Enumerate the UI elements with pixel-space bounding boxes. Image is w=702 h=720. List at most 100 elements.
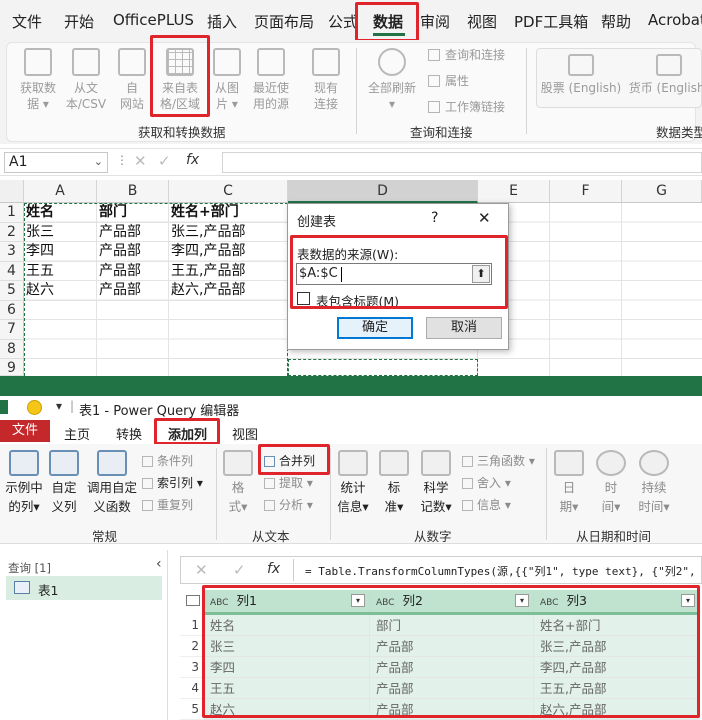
get-data-button[interactable]: 获取数据 ▾ <box>14 48 62 112</box>
column-header-1[interactable]: ABC 列1 ▾ <box>204 590 370 612</box>
check-icon[interactable]: ✓ <box>233 561 246 579</box>
name-box[interactable]: A1 ⌄ <box>4 152 108 173</box>
index-column-button[interactable]: 索引列 ▾ <box>142 474 203 491</box>
duration-button[interactable]: 持续 时间▾ <box>634 450 674 516</box>
statistics-button[interactable]: 统计 信息▾ <box>334 450 372 516</box>
collapse-pane-icon[interactable]: ‹ <box>156 556 162 572</box>
check-icon[interactable]: ✓ <box>158 152 171 170</box>
pq-tab-home[interactable]: 主页 <box>64 424 90 443</box>
table-cell[interactable]: 产品部 <box>370 699 534 720</box>
table-cell[interactable]: 李四,产品部 <box>534 657 700 678</box>
query-item[interactable]: 表1 <box>6 576 162 600</box>
ok-button[interactable]: 确定 <box>337 317 413 339</box>
pq-tab-add-column[interactable]: 添加列 <box>168 424 207 443</box>
collapse-dialog-button[interactable]: ⬆ <box>472 265 490 283</box>
range-input[interactable]: $A:$C ⬆ <box>296 263 492 285</box>
trigonometry-button[interactable]: 三角函数 ▾ <box>462 452 535 469</box>
properties-button[interactable]: 属性 <box>428 72 469 89</box>
standard-button[interactable]: 标准▾ <box>376 450 412 516</box>
existing-connections-button[interactable]: 现有 连接 <box>306 48 346 112</box>
filter-dropdown-icon[interactable]: ▾ <box>351 594 365 607</box>
help-icon[interactable]: ? <box>431 210 438 226</box>
from-text-csv-button[interactable]: 从文 本/CSV <box>62 48 110 112</box>
row-number[interactable]: 4 <box>180 678 204 699</box>
filter-dropdown-icon[interactable]: ▾ <box>681 594 695 607</box>
select-all-corner[interactable] <box>0 180 24 203</box>
column-header-3[interactable]: ABC 列3 ▾ <box>534 590 700 612</box>
row-number[interactable]: 5 <box>180 699 204 720</box>
table-cell[interactable]: 部门 <box>370 615 534 636</box>
cancel-button[interactable]: 取消 <box>426 317 502 339</box>
rounding-button[interactable]: 舍入 ▾ <box>462 474 511 491</box>
type-abc-icon[interactable]: ABC <box>540 598 558 608</box>
row-header[interactable]: 5 <box>0 281 24 301</box>
currency-datatype-button[interactable]: 货币 (English) <box>626 54 702 96</box>
close-icon[interactable]: ✕ <box>478 209 491 227</box>
row-header[interactable]: 4 <box>0 261 24 281</box>
formula-input[interactable] <box>222 152 702 173</box>
tab-acrobat[interactable]: Acrobat <box>648 11 702 29</box>
tab-view[interactable]: 视图 <box>467 11 497 32</box>
type-abc-icon[interactable]: ABC <box>210 598 228 608</box>
time-button[interactable]: 时间▾ <box>592 450 630 516</box>
fx-icon[interactable]: fx <box>267 561 280 577</box>
column-header[interactable]: C <box>169 180 288 203</box>
column-header[interactable]: G <box>622 180 702 203</box>
from-web-button[interactable]: 自网站 <box>112 48 152 112</box>
table-menu-icon[interactable] <box>186 595 200 606</box>
tab-data[interactable]: 数据 <box>373 11 403 32</box>
custom-column-button[interactable]: 自定 义列 <box>46 450 82 516</box>
workbook-links-button[interactable]: 工作簿链接 <box>428 98 505 115</box>
duplicate-column-button[interactable]: 重复列 <box>142 496 193 513</box>
cancel-icon[interactable]: ✕ <box>134 152 147 170</box>
pq-tab-view[interactable]: 视图 <box>232 424 258 443</box>
column-header[interactable]: F <box>550 180 622 203</box>
date-button[interactable]: 日期▾ <box>550 450 588 516</box>
chevron-down-icon[interactable]: ⌄ <box>94 155 103 168</box>
tab-review[interactable]: 审阅 <box>420 11 450 32</box>
refresh-all-button[interactable]: 全部刷新 ▾ <box>364 48 420 112</box>
table-cell[interactable]: 产品部 <box>370 678 534 699</box>
tab-home[interactable]: 开始 <box>64 11 94 32</box>
row-header[interactable]: 7 <box>0 320 24 340</box>
column-header[interactable]: E <box>478 180 550 203</box>
invoke-custom-function-button[interactable]: 调用自定 义函数 <box>84 450 140 516</box>
table-cell[interactable]: 产品部 <box>370 657 534 678</box>
cancel-icon[interactable]: ✕ <box>195 561 208 579</box>
row-number[interactable]: 3 <box>180 657 204 678</box>
column-from-examples-button[interactable]: 示例中 的列▾ <box>2 450 46 516</box>
has-headers-checkbox[interactable] <box>297 292 310 305</box>
merge-columns-button[interactable]: 合并列 <box>264 452 315 469</box>
table-cell[interactable]: 赵六 <box>204 699 370 720</box>
extract-button[interactable]: 提取 ▾ <box>264 474 313 491</box>
row-number[interactable]: 2 <box>180 636 204 657</box>
row-header[interactable]: 9 <box>0 359 24 376</box>
conditional-column-button[interactable]: 条件列 <box>142 452 193 469</box>
queries-connections-button[interactable]: 查询和连接 <box>428 46 505 63</box>
column-header[interactable]: A <box>24 180 97 203</box>
format-button[interactable]: 格式▾ <box>220 450 256 516</box>
stocks-datatype-button[interactable]: 股票 (English) <box>538 54 624 96</box>
row-header[interactable]: 2 <box>0 222 24 242</box>
information-button[interactable]: 信息 ▾ <box>462 496 511 513</box>
recent-sources-button[interactable]: 最近使 用的源 <box>248 48 294 112</box>
grid-corner[interactable] <box>180 590 204 612</box>
column-header-2[interactable]: ABC 列2 ▾ <box>370 590 534 612</box>
fx-icon[interactable]: fx <box>186 152 199 168</box>
table-cell[interactable]: 产品部 <box>370 636 534 657</box>
from-table-range-button[interactable]: 来自表 格/区域 <box>154 48 206 112</box>
filter-dropdown-icon[interactable]: ▾ <box>515 594 529 607</box>
row-header[interactable]: 6 <box>0 300 24 320</box>
column-header[interactable]: B <box>97 180 169 203</box>
parse-button[interactable]: 分析 ▾ <box>264 496 313 513</box>
tab-insert[interactable]: 插入 <box>207 11 237 32</box>
table-cell[interactable]: 姓名 <box>204 615 370 636</box>
pq-tab-file[interactable]: 文件 <box>0 420 50 442</box>
tab-formulas[interactable]: 公式 <box>328 11 358 32</box>
table-cell[interactable]: 张三,产品部 <box>534 636 700 657</box>
row-number[interactable]: 1 <box>180 615 204 636</box>
qat-dropdown-icon[interactable]: ▾ <box>56 399 62 413</box>
scientific-button[interactable]: 科学 记数▾ <box>416 450 456 516</box>
tab-help[interactable]: 帮助 <box>601 11 631 32</box>
tab-pdf-tools[interactable]: PDF工具箱 <box>514 11 588 32</box>
